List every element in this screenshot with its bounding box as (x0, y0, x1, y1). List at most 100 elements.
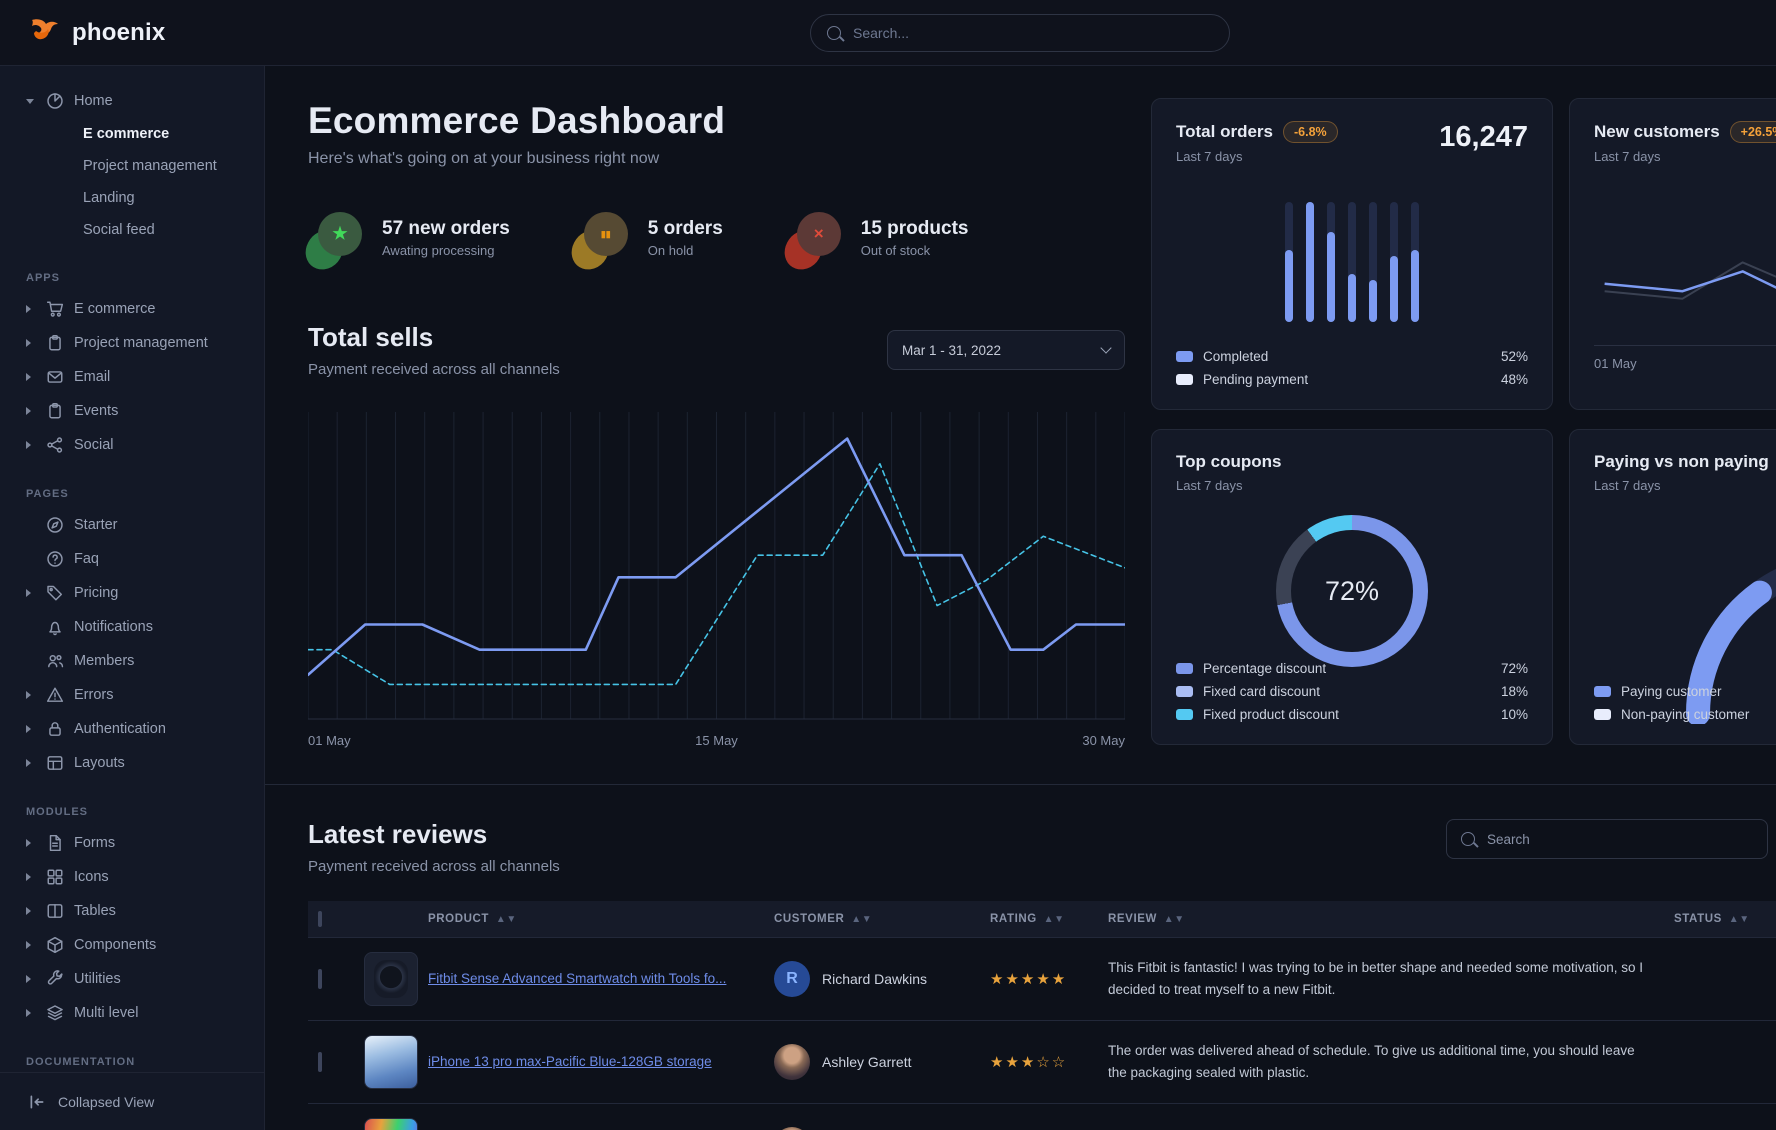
sidebar-item-e-commerce[interactable]: E commerce (0, 292, 264, 326)
box-icon (46, 936, 64, 954)
sidebar-item-components[interactable]: Components (0, 928, 264, 962)
top-coupons-period: Last 7 days (1176, 478, 1528, 493)
review-row: It's a Mac, after all. Once you've gone … (308, 1104, 1776, 1130)
lock-icon (46, 720, 64, 738)
clipboard-icon (46, 402, 64, 420)
sidebar-item-members[interactable]: Members (0, 644, 264, 678)
column-header-status[interactable]: STATUS ▲▼ (1664, 901, 1776, 938)
bell-icon (46, 618, 64, 636)
star-icon: ★ (308, 212, 364, 264)
caret-right-icon (26, 589, 36, 597)
caret-right-icon (26, 1009, 36, 1017)
wrench-icon (46, 970, 64, 988)
latest-reviews-subtitle: Payment received across all channels (308, 858, 560, 875)
paying-title: Paying vs non paying (1594, 452, 1769, 472)
total-orders-card: Total orders -6.8% Last 7 days 16,247 Co… (1151, 98, 1553, 410)
envelope-icon (46, 368, 64, 386)
sidebar-item-notifications[interactable]: Notifications (0, 610, 264, 644)
top-coupons-card: Top coupons Last 7 days 72% Percentage d… (1151, 429, 1553, 745)
review-text: The order was delivered ahead of schedul… (1108, 1040, 1654, 1083)
column-header-product[interactable]: PRODUCT ▲▼ (428, 901, 764, 938)
caret-right-icon (26, 759, 36, 767)
sidebar-item-landing[interactable]: Landing (0, 182, 264, 214)
chevron-down-icon (1100, 342, 1111, 353)
sort-icon: ▲▼ (496, 914, 517, 925)
sidebar-item-social[interactable]: Social (0, 428, 264, 462)
row-checkbox[interactable] (318, 1052, 322, 1072)
sidebar-item-authentication[interactable]: Authentication (0, 712, 264, 746)
avatar: R (774, 961, 810, 997)
total-orders-value: 16,247 (1439, 121, 1528, 154)
collapse-sidebar-button[interactable]: Collapsed View (0, 1072, 264, 1130)
product-thumbnail-laptop[interactable] (364, 1118, 418, 1130)
clipboard-icon (46, 334, 64, 352)
customer-cell: R Richard Dawkins (774, 961, 970, 997)
sidebar-item-email[interactable]: Email (0, 360, 264, 394)
review-text: This Fitbit is fantastic! I was trying t… (1108, 957, 1654, 1000)
global-search-input[interactable] (851, 24, 1213, 42)
select-all-checkbox[interactable] (318, 911, 322, 927)
global-search[interactable] (810, 14, 1230, 52)
reviews-table: PRODUCT ▲▼CUSTOMER ▲▼RATING ▲▼REVIEW ▲▼S… (308, 901, 1776, 1130)
sidebar-item-multi-level[interactable]: Multi level (0, 996, 264, 1030)
paying-vs-non-paying-card: Paying vs non paying Last 7 days Paying … (1569, 429, 1776, 745)
date-range-select[interactable]: Mar 1 - 31, 2022 (887, 330, 1125, 370)
total-orders-period: Last 7 days (1176, 149, 1338, 164)
product-link[interactable]: iPhone 13 pro max-Pacific Blue-128GB sto… (428, 1054, 712, 1069)
reviews-search-input[interactable] (1485, 831, 1753, 848)
reviews-search[interactable] (1446, 819, 1768, 859)
new-customers-line-chart: 01 May (1594, 260, 1776, 371)
search-icon (827, 26, 841, 40)
sidebar-item-pricing[interactable]: Pricing (0, 576, 264, 610)
total-orders-title: Total orders (1176, 122, 1273, 142)
new-customers-badge: +26.5% (1730, 121, 1776, 143)
sidebar-item-utilities[interactable]: Utilities (0, 962, 264, 996)
column-header-rating[interactable]: RATING ▲▼ (980, 901, 1098, 938)
date-range-value: Mar 1 - 31, 2022 (902, 343, 1001, 358)
column-header-review[interactable]: REVIEW ▲▼ (1098, 901, 1664, 938)
sidebar-item-forms[interactable]: Forms (0, 826, 264, 860)
sidebar: HomeE commerceProject managementLandingS… (0, 66, 265, 1130)
legend-item: Paying customer (1594, 680, 1776, 703)
tag-icon (46, 584, 64, 602)
x-tick-15may: 15 May (695, 733, 738, 748)
sidebar-item-layouts[interactable]: Layouts (0, 746, 264, 780)
sidebar-item-errors[interactable]: Errors (0, 678, 264, 712)
customer-cell: Ashley Garrett (774, 1044, 970, 1080)
sidebar-item-e-commerce[interactable]: E commerce (0, 118, 264, 150)
x-tick-01may: 01 May (308, 733, 351, 748)
new-customers-x-label: 01 May (1594, 356, 1776, 371)
sidebar-item-icons[interactable]: Icons (0, 860, 264, 894)
product-thumbnail-phone[interactable] (364, 1035, 418, 1089)
x-mark-icon: × (787, 212, 843, 264)
sidebar-item-faq[interactable]: Faq (0, 542, 264, 576)
sidebar-section-documentation: DOCUMENTATION (26, 1056, 264, 1068)
paying-period: Last 7 days (1594, 478, 1776, 493)
legend-item: Fixed card discount 18% (1176, 680, 1528, 703)
sort-icon: ▲▼ (1164, 914, 1185, 925)
product-thumbnail-watch[interactable] (364, 952, 418, 1006)
row-checkbox[interactable] (318, 969, 322, 989)
product-link[interactable]: Fitbit Sense Advanced Smartwatch with To… (428, 971, 726, 986)
brand[interactable]: phoenix (0, 18, 165, 48)
column-header-customer[interactable]: CUSTOMER ▲▼ (764, 901, 980, 938)
stat-awating-processing: ★ 57 new orders Awating processing (308, 212, 510, 264)
stat-on-hold: ▮▮ 5 orders On hold (574, 212, 723, 264)
sidebar-item-project-management[interactable]: Project management (0, 326, 264, 360)
kpi-cards: Total orders -6.8% Last 7 days 16,247 Co… (1151, 98, 1776, 748)
search-icon (1461, 832, 1475, 846)
sidebar-item-social-feed[interactable]: Social feed (0, 214, 264, 246)
stat-out-of-stock: × 15 products Out of stock (787, 212, 969, 264)
total-sells-chart: 01 May 15 May 30 May (308, 404, 1125, 748)
sidebar-item-project-management[interactable]: Project management (0, 150, 264, 182)
page-title: Ecommerce Dashboard (308, 100, 1125, 142)
sidebar-item-starter[interactable]: Starter (0, 508, 264, 542)
new-customers-period: Last 7 days (1594, 149, 1776, 164)
sidebar-item-tables[interactable]: Tables (0, 894, 264, 928)
caret-right-icon (26, 373, 36, 381)
review-row: Fitbit Sense Advanced Smartwatch with To… (308, 938, 1776, 1021)
sidebar-item-home[interactable]: Home (0, 84, 264, 118)
sidebar-item-events[interactable]: Events (0, 394, 264, 428)
caret-right-icon (26, 873, 36, 881)
latest-reviews-title: Latest reviews (308, 819, 560, 850)
